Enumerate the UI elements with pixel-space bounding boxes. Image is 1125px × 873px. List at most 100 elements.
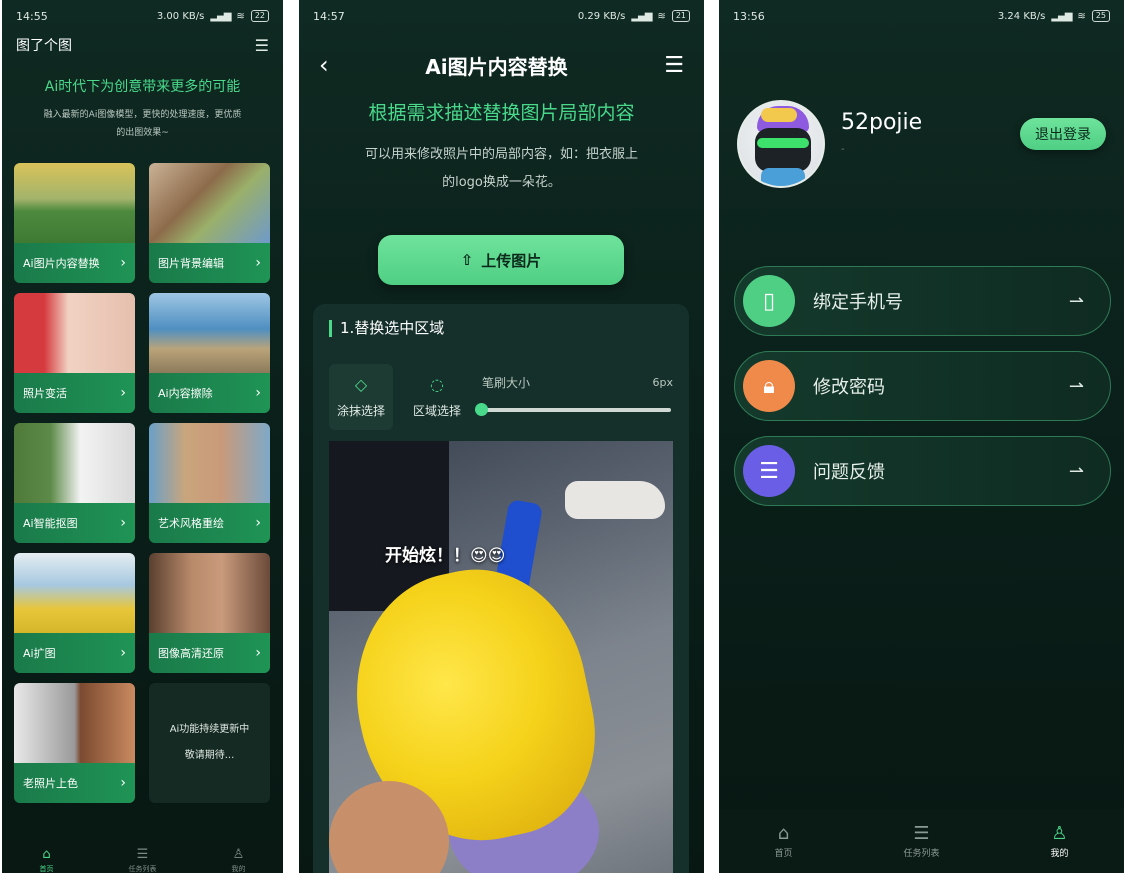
chevron-right-icon: › [255, 645, 261, 661]
coming-soon-line1: Ai功能持续更新中 [169, 724, 250, 735]
card-thumbnail [149, 423, 270, 503]
chevron-right-icon: › [255, 385, 261, 401]
nav-bar: ‹ Ai图片内容替换 ☰ [299, 32, 704, 98]
wifi-icon: ≋ [236, 10, 245, 22]
home-icon: ⌂ [777, 823, 790, 844]
tab-home[interactable]: ⌂ 首页 [774, 823, 792, 859]
brush-size-slider[interactable] [475, 403, 671, 416]
image-caption: 开始炫！！😍😍 [385, 546, 506, 566]
battery-icon: 21 [671, 10, 690, 22]
chevron-right-icon: › [120, 515, 126, 531]
paint-select-tool[interactable]: ◇ 涂抹选择 [329, 364, 393, 430]
feature-card-background[interactable]: 图片背景编辑 › [149, 163, 270, 283]
eraser-icon: ◇ [354, 375, 368, 394]
list-icon: ☰ [913, 823, 930, 844]
card-label: Ai智能抠图 [23, 517, 78, 530]
tab-bar: ⌂ 首页 ☰ 任务列表 ♙ 我的 [2, 841, 283, 873]
chevron-right-icon: › [120, 645, 126, 661]
card-label: 图像高清还原 [158, 647, 224, 660]
image-shoe [565, 481, 665, 519]
card-label: 照片变活 [23, 387, 67, 400]
chat-icon: ☰ [743, 445, 795, 497]
tab-bar: ⌂ 首页 ☰ 任务列表 ♙ 我的 [719, 809, 1124, 873]
tab-label: 任务列表 [128, 865, 157, 873]
feature-card-style[interactable]: 艺术风格重绘 › [149, 423, 270, 543]
chevron-right-icon: › [255, 255, 261, 271]
user-subtitle: - [841, 144, 845, 155]
arrow-right-icon: ⇀ [1068, 290, 1084, 312]
signal-icon: ▂▄▆ [1051, 10, 1072, 22]
menu-label: 修改密码 [813, 377, 885, 398]
phone-icon: ▯ [743, 275, 795, 327]
card-label: Ai图片内容替换 [23, 257, 100, 270]
signal-icon: ▂▄▆ [210, 10, 231, 22]
chevron-right-icon: › [255, 515, 261, 531]
tab-label: 首页 [774, 849, 793, 859]
feature-card-replace[interactable]: Ai图片内容替换 › [14, 163, 135, 283]
net-speed: 3.00 KB/s [156, 10, 205, 22]
user-icon: ♙ [232, 847, 245, 862]
username: 52pojie [841, 110, 923, 135]
slider-knob[interactable] [475, 403, 488, 416]
home-screen: 14:55 3.00 KB/s ▂▄▆ ≋ 22 图了个图 ☰ Ai时代下为创意… [2, 0, 283, 873]
coming-soon-line2: 敬请期待... [184, 750, 235, 761]
menu-feedback[interactable]: ☰ 问题反馈 ⇀ [734, 436, 1111, 506]
card-thumbnail [149, 293, 270, 373]
tab-profile[interactable]: ♙ 我的 [232, 847, 246, 873]
profile-screen: 13:56 3.24 KB/s ▂▄▆ ≋ 25 52pojie - 退出登录 … [719, 0, 1124, 873]
menu-change-password[interactable]: 🔒︎ 修改密码 ⇀ [734, 351, 1111, 421]
back-icon[interactable]: ‹ [319, 51, 329, 79]
menu-label: 绑定手机号 [813, 292, 903, 313]
tab-home[interactable]: ⌂ 首页 [40, 847, 54, 873]
upload-label: 上传图片 [481, 251, 542, 270]
status-time: 13:56 [733, 9, 765, 23]
list-icon: ☰ [136, 847, 149, 862]
upload-button[interactable]: ⇧ 上传图片 [378, 235, 624, 285]
status-time: 14:57 [313, 9, 345, 23]
tab-label: 我的 [231, 865, 246, 873]
card-thumbnail [14, 553, 135, 633]
user-icon: ♙ [1051, 823, 1068, 844]
brush-size-value: 6px [652, 376, 674, 389]
card-thumbnail [14, 163, 135, 243]
tab-profile[interactable]: ♙ 我的 [1050, 823, 1068, 859]
home-icon: ⌂ [42, 847, 51, 862]
page-title: Ai图片内容替换 [425, 54, 568, 79]
tab-tasks[interactable]: ☰ 任务列表 [903, 823, 939, 859]
feature-card-erase[interactable]: Ai内容擦除 › [149, 293, 270, 413]
battery-icon: 25 [1091, 10, 1110, 22]
signal-icon: ▂▄▆ [631, 10, 652, 22]
feature-card-upscale[interactable]: 图像高清还原 › [149, 553, 270, 673]
feature-card-colorize[interactable]: 老照片上色 › [14, 683, 135, 803]
tool-label: 区域选择 [412, 404, 461, 418]
card-label: 图片背景编辑 [158, 257, 224, 270]
menu-bind-phone[interactable]: ▯ 绑定手机号 ⇀ [734, 266, 1111, 336]
feature-card-cutout[interactable]: Ai智能抠图 › [14, 423, 135, 543]
app-header: 图了个图 ☰ [2, 32, 283, 58]
card-thumbnail [14, 423, 135, 503]
coming-soon-card: Ai功能持续更新中 敬请期待... [149, 683, 270, 803]
battery-icon: 22 [250, 10, 269, 22]
edit-image[interactable]: 开始炫！！😍😍 [329, 441, 673, 873]
menu-icon[interactable]: ☰ [664, 53, 684, 78]
logout-button[interactable]: 退出登录 [1020, 118, 1106, 150]
card-thumbnail [149, 163, 270, 243]
feature-heading: 根据需求描述替换图片局部内容 [368, 102, 635, 124]
feature-card-animate[interactable]: 照片变活 › [14, 293, 135, 413]
lock-icon: 🔒︎ [743, 360, 795, 412]
slogan: Ai时代下为创意带来更多的可能 [44, 79, 241, 95]
arrow-right-icon: ⇀ [1068, 460, 1084, 482]
tab-label: 首页 [39, 865, 54, 873]
menu-icon[interactable]: ☰ [255, 36, 269, 55]
panel-title: 1.替换选中区域 [329, 320, 444, 337]
avatar[interactable] [737, 100, 825, 188]
region-select-tool[interactable]: ◌ 区域选择 [405, 364, 469, 430]
menu-label: 问题反馈 [813, 462, 885, 483]
upload-icon: ⇧ [460, 251, 474, 269]
replace-screen: 14:57 0.29 KB/s ▂▄▆ ≋ 21 ‹ Ai图片内容替换 ☰ 根据… [299, 0, 704, 873]
tab-tasks[interactable]: ☰ 任务列表 [129, 847, 157, 873]
tab-label: 任务列表 [903, 849, 940, 859]
feature-card-expand[interactable]: Ai扩图 › [14, 553, 135, 673]
card-label: 艺术风格重绘 [158, 517, 224, 530]
status-bar: 14:57 0.29 KB/s ▂▄▆ ≋ 21 [299, 0, 704, 32]
